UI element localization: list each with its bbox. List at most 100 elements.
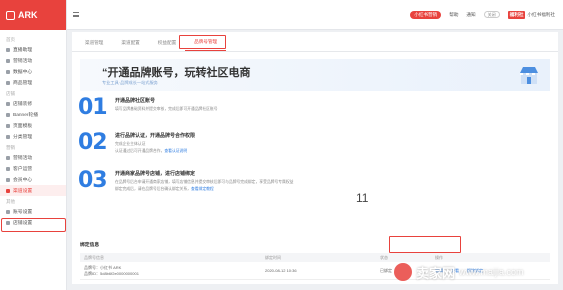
step-description: 绑定完成后，请在品牌号后台确认绑定关系，查看绑定教程 [115, 187, 545, 192]
notice-link[interactable]: 通知 [466, 12, 475, 18]
watermark-url: www.maijia.com [459, 267, 524, 277]
sidebar-group-label: 营销 [6, 145, 15, 150]
menu-item-icon [6, 209, 10, 214]
sidebar-item-label: 渠道设置 [13, 189, 33, 194]
sidebar-item-label: 营销活动 [13, 156, 33, 161]
step-description: 认证通过后可开通品牌合作，查看认证说明 [115, 149, 545, 154]
sidebar-item-label: 页面模板 [13, 124, 33, 129]
sidebar-item-label: Banner轮播 [13, 113, 39, 118]
menu-item-icon [6, 220, 10, 225]
main-panel: 渠道管理 渠道配置 权益配置 品牌号管理 “开通品牌账号，玩转社区电商 专业工具·品牌… [72, 32, 558, 284]
tab[interactable]: 渠道管理 [76, 40, 112, 51]
sidebar-item-label: 营销活动 [13, 59, 33, 64]
brand-logo[interactable]: ARK [0, 0, 66, 30]
sidebar-item[interactable]: 页面模板 [0, 120, 66, 131]
sidebar-item[interactable]: 数据中心 [0, 66, 66, 77]
sidebar-item[interactable]: 店铺装修 [0, 98, 66, 109]
menu-item-icon [6, 123, 10, 128]
sidebar-item-label: 会员中心 [13, 178, 33, 183]
step-description-text: 填写品牌基础资料并提交审核，完成后即可开通品牌社区账号 [115, 107, 218, 111]
watermark-logo-icon [394, 263, 412, 281]
menu-item-icon [6, 69, 10, 74]
table-header-cell: 品牌号信息 [84, 254, 104, 260]
promo-button[interactable]: 小红书营销 [410, 10, 442, 19]
step-help-link[interactable]: 查看认证说明 [164, 149, 187, 153]
table-title: 绑定信息 [80, 243, 100, 248]
sidebar-item[interactable]: 账号设置 [0, 206, 66, 217]
sidebar: ARK 首页 直播助理 营销活动 数据中心 商品管理 店铺 店铺装修 Banner轮播 页面模板… [0, 0, 67, 290]
step-number: 03 [78, 168, 108, 193]
step-heading: 开通商家品牌号店铺，进行店铺绑定 [115, 171, 196, 177]
menu-item-icon [6, 134, 10, 139]
sidebar-item[interactable]: 营销活动 [0, 55, 66, 66]
step-description-text: 绑定完成后，请在品牌号后台确认绑定关系， [115, 187, 191, 191]
annotation-number: 11 [356, 191, 369, 205]
banner-title: “开通品牌账号，玩转社区电商 [102, 67, 251, 79]
brand-info-line: 品牌ID：5d8b6f2e0000000001 [84, 270, 139, 276]
sidebar-item-label: 店铺设置 [13, 221, 33, 226]
sidebar-group-label: 首页 [6, 37, 15, 42]
mode-toggle[interactable]: 关闭 [483, 11, 500, 18]
help-link[interactable]: 帮助 [449, 12, 458, 18]
bind-time-cell: 2020-08-12 10:36 [265, 268, 297, 273]
step-description-text: 完成企业主体认证 [115, 142, 146, 146]
top-bar: 小红书营销 帮助 通知 关闭 福利社 小红书福利社 [67, 0, 563, 30]
sidebar-item-label: 数据中心 [13, 70, 33, 75]
menu-item-icon [6, 188, 10, 193]
tab-bar: 渠道管理 渠道配置 权益配置 品牌号管理 [72, 32, 558, 52]
sidebar-group-label: 其他 [6, 199, 15, 204]
tab[interactable]: 渠道配置 [112, 40, 148, 51]
step-body: 开通品牌社区账号填写品牌基础资料并提交审核，完成后即可开通品牌社区账号 [115, 97, 545, 114]
tab[interactable]: 权益配置 [149, 40, 185, 51]
menu-item-icon [6, 80, 10, 85]
shop-logo: 福利社 [507, 10, 526, 19]
step-number: 01 [78, 95, 108, 120]
menu-item-icon [6, 155, 10, 160]
brand-info-cell: 品牌号：小红书 ARK 品牌ID：5d8b6f2e0000000001 [80, 265, 265, 277]
topbar-right: 小红书营销 帮助 通知 关闭 福利社 小红书福利社 [410, 10, 563, 19]
tab[interactable]: 品牌号管理 [185, 39, 227, 51]
sidebar-item[interactable]: Banner轮播 [0, 109, 66, 120]
menu-item-icon [6, 112, 10, 117]
step-heading: 进行品牌认证，开通品牌号合作权限 [115, 133, 196, 139]
sidebar-item-label: 商品管理 [13, 81, 33, 86]
table-header-cell: 绑定时间 [265, 254, 281, 260]
step-heading: 开通品牌社区账号 [115, 98, 156, 104]
shop-switcher[interactable]: 福利社 小红书福利社 [507, 10, 555, 19]
promo-banner: “开通品牌账号，玩转社区电商 专业工具·品牌成长一站式服务 [80, 59, 550, 91]
sidebar-item-label: 客户运营 [13, 167, 33, 172]
step-description-text: 认证通过后可开通品牌合作， [115, 149, 165, 153]
step-description: 完成企业主体认证 [115, 142, 545, 147]
menu-item-icon [6, 47, 10, 52]
step-description: 填写品牌基础资料并提交审核，完成后即可开通品牌社区账号 [115, 107, 545, 112]
sidebar-item-label: 店铺装修 [13, 102, 33, 107]
sidebar-item[interactable]: 客户运营 [0, 163, 66, 174]
app-root: ARK 首页 直播助理 营销活动 数据中心 商品管理 店铺 店铺装修 Banner轮播 页面模板… [0, 0, 563, 290]
shop-name: 小红书福利社 [527, 11, 555, 17]
watermark-text: 卖家网 [416, 265, 456, 281]
step-number: 02 [78, 130, 108, 155]
brand-name: ARK [18, 10, 38, 20]
sidebar-item[interactable]: 分类管理 [0, 131, 66, 142]
step-body: 进行品牌认证，开通品牌号合作权限 完成企业主体认证认证通过后可开通品牌合作，查看认… [115, 132, 545, 156]
sidebar-group-label: 店铺 [6, 91, 15, 96]
sidebar-item[interactable]: 直播助理 [0, 44, 66, 55]
sidebar-item[interactable]: 店铺设置 [0, 217, 66, 228]
menu-item-icon [6, 101, 10, 106]
menu-toggle-icon[interactable] [73, 12, 79, 17]
sidebar-item[interactable]: 渠道设置 [0, 185, 66, 196]
sidebar-menu: 首页 直播助理 营销活动 数据中心 商品管理 店铺 店铺装修 Banner轮播 页面模板 分类管理… [0, 30, 66, 228]
sidebar-item[interactable]: 会员中心 [0, 174, 66, 185]
sidebar-item[interactable]: 商品管理 [0, 77, 66, 88]
sidebar-item-label: 账号设置 [13, 210, 33, 215]
sidebar-item-label: 分类管理 [13, 135, 33, 140]
step-description: 在品牌号后台申请开通商家店铺，填写店铺信息并提交审核后即可与品牌号完成绑定，享受… [115, 180, 545, 185]
menu-item-icon [6, 166, 10, 171]
step-help-link[interactable]: 查看绑定教程 [191, 187, 214, 191]
sidebar-item-label: 直播助理 [13, 48, 33, 53]
sidebar-item[interactable]: 营销活动 [0, 152, 66, 163]
menu-item-icon [6, 177, 10, 182]
step-description-text: 在品牌号后台申请开通商家店铺，填写店铺信息并提交审核后即可与品牌号完成绑定，享受… [115, 180, 294, 184]
menu-item-icon [6, 58, 10, 63]
banner-subtitle: 专业工具·品牌成长一站式服务 [102, 80, 158, 85]
